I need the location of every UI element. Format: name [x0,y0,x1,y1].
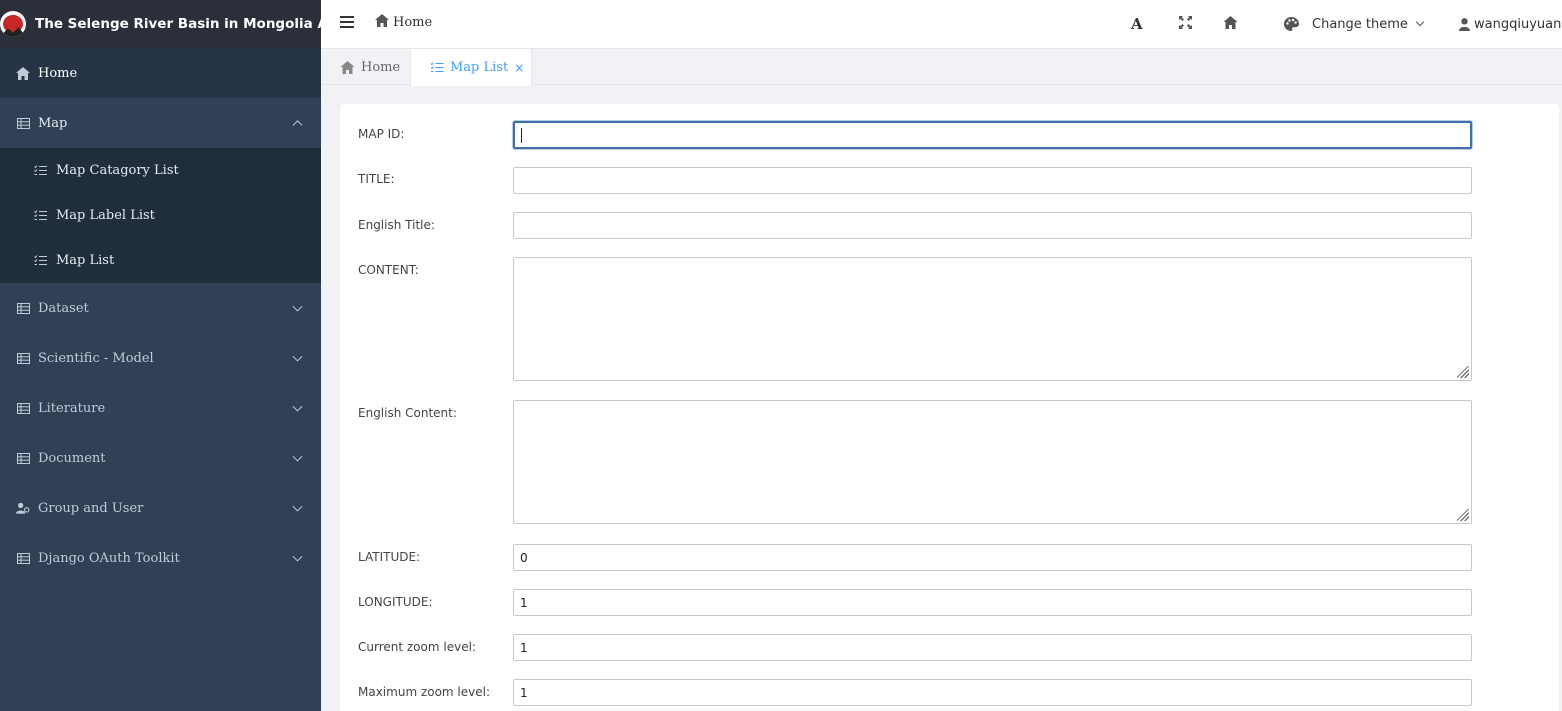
map-submenu: Map Catagory List Map Label List Map Lis… [0,148,321,283]
latitude-input[interactable]: 0 [513,544,1472,571]
hamburger-icon[interactable] [340,16,354,28]
tab-map-list[interactable]: Map List × [410,49,532,86]
chevron-down-icon [292,551,303,562]
text-cursor [521,127,522,143]
current-zoom-input[interactable]: 1 [513,634,1472,661]
longitude-label: LONGITUDE: [358,595,433,609]
sidebar-item-django-oauth-toolkit[interactable]: Django OAuth Toolkit [0,533,321,583]
list-icon [34,210,48,222]
list-icon [34,165,48,177]
sidebar-item-map-label-list[interactable]: Map Label List [0,193,321,238]
home-icon [375,14,389,31]
home-icon [1223,15,1238,33]
chevron-down-icon [292,501,303,512]
latitude-label: LATITUDE: [358,550,421,564]
close-icon[interactable]: × [514,61,524,75]
sidebar-item-label: Map Catagory List [56,163,179,178]
sidebar-item-home[interactable]: Home [0,48,321,98]
list-icon [34,255,48,267]
user-menu[interactable]: wangqiuyuan [1459,0,1562,48]
current-zoom-label: Current zoom level: [358,640,476,654]
sidebar-item-label: Django OAuth Toolkit [38,550,180,566]
change-theme-dropdown[interactable]: Change theme [1284,0,1425,48]
chevron-down-icon [292,401,303,412]
sidebar-item-literature[interactable]: Literature [0,383,321,433]
palette-icon [1284,17,1299,31]
table-icon [16,351,30,365]
resize-grip-icon[interactable] [1457,509,1469,521]
tab-label: Home [361,59,401,75]
sidebar-item-label: Home [38,65,78,81]
maximum-zoom-label: Maximum zoom level: [358,685,491,699]
sidebar-item-dataset[interactable]: Dataset [0,283,321,333]
table-icon [16,401,30,415]
content-textarea[interactable] [513,257,1472,381]
top-navbar: Home A Change theme wangqiuyuan [321,0,1562,49]
english-content-label: English Content: [358,406,457,420]
sidebar-item-label: Dataset [38,300,89,316]
map-id-label: MAP ID: [358,127,405,141]
sidebar-item-label: Map List [56,253,115,268]
tab-label: Map List [450,60,509,75]
table-icon [16,451,30,465]
fullscreen-button[interactable] [1179,0,1192,48]
breadcrumb-label: Home [393,15,433,30]
content-label: CONTENT: [358,263,419,277]
sidebar-item-map[interactable]: Map [0,98,321,148]
home-button[interactable] [1223,0,1238,48]
english-title-input[interactable] [513,212,1472,239]
tab-home[interactable]: Home [340,49,400,85]
maximum-zoom-input[interactable]: 1 [513,679,1472,706]
breadcrumb[interactable]: Home [375,14,432,31]
sidebar: The Selenge River Basin in Mongolia Admi… [0,0,366,711]
sidebar-item-document[interactable]: Document [0,433,321,483]
table-icon [16,551,30,565]
chevron-up-icon [292,120,303,131]
sidebar-item-label: Map Label List [56,208,155,223]
sidebar-item-label: Document [38,450,106,466]
sidebar-item-label: Literature [38,400,106,416]
user-icon [1459,17,1470,31]
title-label: TITLE: [358,172,395,186]
list-icon [430,62,444,73]
chevron-down-icon [292,451,303,462]
table-icon [16,116,30,130]
map-form: MAP ID: TITLE: English Title: CONTENT: E… [340,104,1559,711]
sidebar-item-label: Scientific - Model [38,350,154,366]
home-icon [340,60,355,74]
change-theme-label: Change theme [1312,16,1408,32]
tags-view: Home Map List × [321,49,1562,86]
english-title-label: English Title: [358,218,435,232]
logo-icon [0,11,26,37]
longitude-input[interactable]: 1 [513,589,1472,616]
chevron-down-icon [292,351,303,362]
sidebar-item-map-list[interactable]: Map List [0,238,321,283]
user-group-icon [16,501,30,515]
sidebar-item-label: Map [38,115,68,131]
resize-grip-icon[interactable] [1457,366,1469,378]
app-title: The Selenge River Basin in Mongolia Admi… [35,16,366,32]
table-icon [16,301,30,315]
chevron-down-icon [292,301,303,312]
title-input[interactable] [513,167,1472,194]
sidebar-item-scientific-model[interactable]: Scientific - Model [0,333,321,383]
font-size-button[interactable]: A [1131,0,1143,48]
map-id-input[interactable] [513,121,1472,149]
chevron-down-icon [1415,17,1425,27]
fullscreen-icon [1179,15,1192,33]
sidebar-item-group-and-user[interactable]: Group and User [0,483,321,533]
home-icon [16,66,30,80]
sidebar-item-map-catagory-list[interactable]: Map Catagory List [0,148,321,193]
username: wangqiuyuan [1474,16,1562,32]
english-content-textarea[interactable] [513,400,1472,524]
brand: The Selenge River Basin in Mongolia Admi… [0,0,366,48]
font-size-icon: A [1131,15,1143,33]
sidebar-item-label: Group and User [38,500,144,516]
